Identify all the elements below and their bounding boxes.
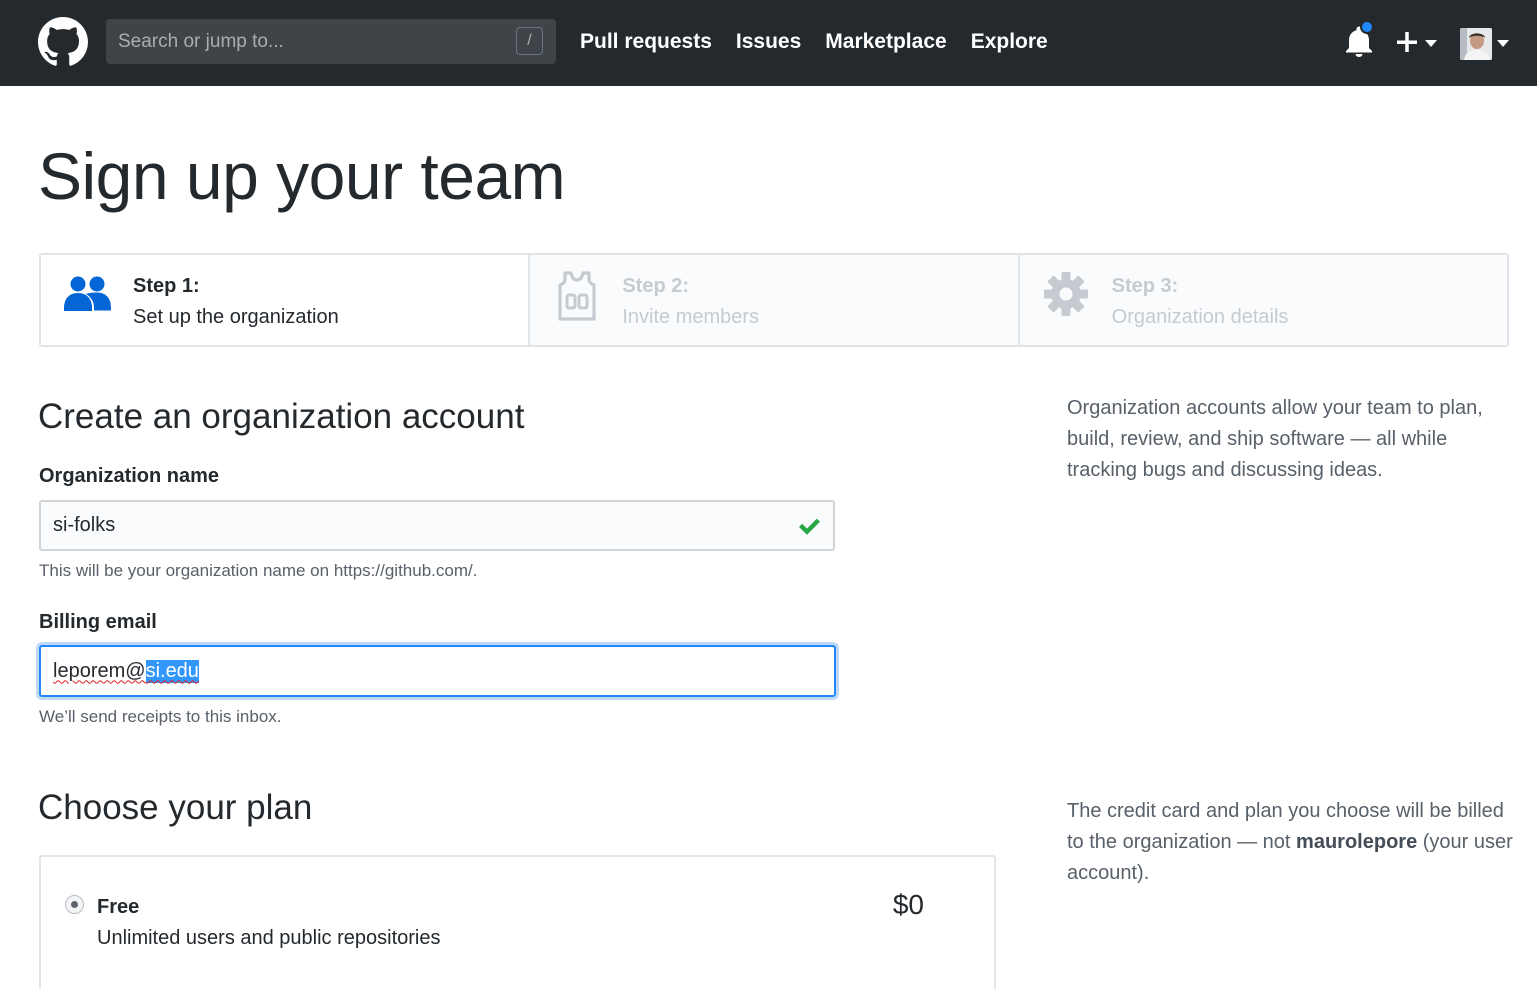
org-name-note: This will be your organization name on h… <box>39 561 478 580</box>
signup-steps: Step 1: Set up the organization Step 2: … <box>39 253 1509 347</box>
org-accounts-description: Organization accounts allow your team to… <box>1067 397 1483 481</box>
github-logo-icon[interactable] <box>38 17 88 67</box>
plan-free-name: Free <box>97 896 140 918</box>
billing-email-value: leporem@ <box>53 659 146 682</box>
nav-issues[interactable]: Issues <box>736 30 801 54</box>
step-1-title: Step 1: <box>133 275 200 297</box>
check-icon <box>799 518 820 535</box>
org-name-value: si-folks <box>53 514 116 536</box>
step-1-subtitle: Set up the organization <box>133 306 339 328</box>
search-shortcut-key: / <box>516 27 543 55</box>
plan-option-free[interactable]: Free Unlimited users and public reposito… <box>39 855 996 989</box>
billing-description: The credit card and plan you choose will… <box>1067 796 1517 889</box>
nav-explore[interactable]: Explore <box>971 30 1048 54</box>
create-org-heading: Create an organization account <box>38 397 525 436</box>
billing-email-field[interactable]: leporem@ si.edu <box>39 645 836 697</box>
search-placeholder: Search or jump to... <box>118 31 284 52</box>
choose-plan-heading: Choose your plan <box>38 788 313 827</box>
billing-username: maurolepore <box>1296 831 1418 853</box>
global-header: Search or jump to... / Pull requests Iss… <box>0 0 1537 86</box>
step-3-subtitle: Organization details <box>1111 306 1289 328</box>
plan-free-price: $0 <box>892 889 924 920</box>
billing-email-selected-text: si.edu <box>145 659 199 683</box>
org-name-label: Organization name <box>39 465 220 487</box>
create-new-dropdown-icon[interactable] <box>1395 28 1440 58</box>
step-1: Step 1: Set up the organization <box>41 255 531 345</box>
user-avatar-icon <box>1460 28 1492 60</box>
org-name-field[interactable]: si-folks <box>39 500 835 551</box>
avatar-caret-icon[interactable] <box>1497 40 1509 47</box>
nav-pull-requests[interactable]: Pull requests <box>580 30 712 54</box>
billing-email-note: We’ll send receipts to this inbox. <box>39 707 282 726</box>
plan-free-radio[interactable] <box>65 895 84 914</box>
plan-free-description: Unlimited users and public repositories <box>97 927 441 949</box>
people-icon <box>64 276 111 311</box>
step-2-title: Step 2: <box>622 275 690 297</box>
notification-indicator <box>1360 20 1374 34</box>
step-3-title: Step 3: <box>1111 275 1179 297</box>
billing-email-label: Billing email <box>39 611 157 633</box>
step-2-subtitle: Invite members <box>622 306 760 328</box>
step-2: Step 2: Invite members <box>530 255 1020 345</box>
nav-marketplace[interactable]: Marketplace <box>825 30 946 54</box>
avatar[interactable] <box>1460 28 1492 60</box>
gear-icon <box>1043 272 1088 316</box>
primary-nav: Pull requests Issues Marketplace Explore <box>580 30 1072 54</box>
page-title: Sign up your team <box>38 139 566 213</box>
jersey-icon <box>558 271 596 321</box>
step-3: Step 3: Organization details <box>1020 255 1507 345</box>
search-input[interactable]: Search or jump to... / <box>106 19 556 64</box>
